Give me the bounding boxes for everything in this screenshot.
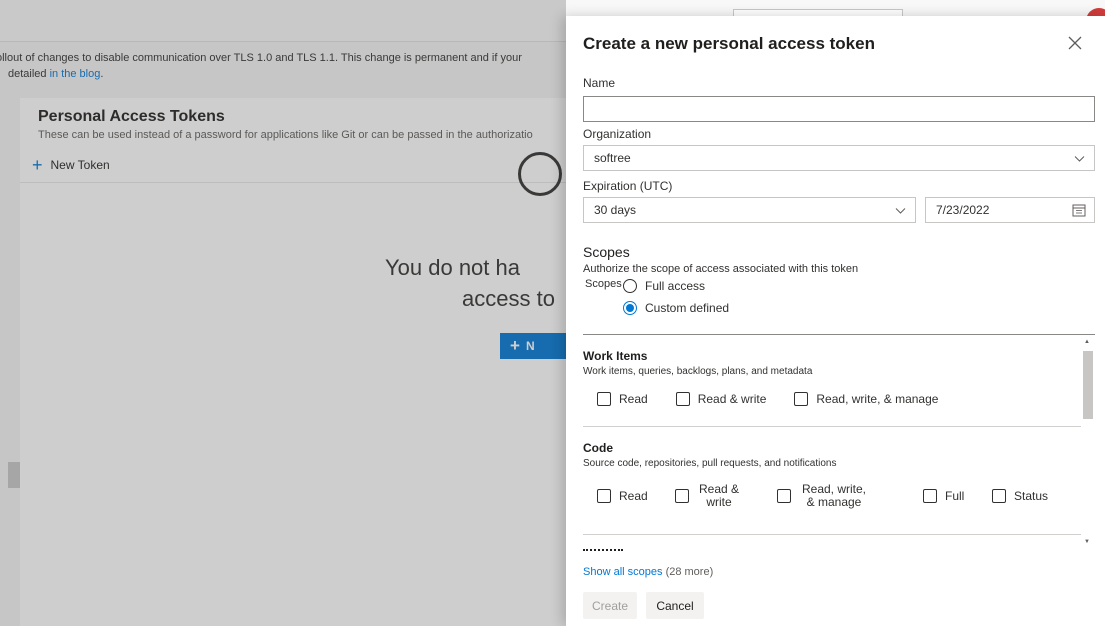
- checkbox[interactable]: [597, 489, 611, 503]
- checkbox-label: Read: [619, 391, 648, 406]
- name-label: Name: [583, 76, 616, 90]
- close-icon: [1068, 36, 1082, 50]
- checkbox-label: Read: [619, 488, 648, 503]
- permission-row: Read Read & write Read, write, & manage …: [583, 483, 1081, 509]
- scope-description: Source code, repositories, pull requests…: [583, 458, 837, 469]
- checkbox-label: Status: [1014, 488, 1049, 503]
- checkbox-label: Read, write, & manage: [801, 482, 867, 509]
- checkbox-label: Read & write: [697, 391, 767, 406]
- scope-description: Work items, queries, backlogs, plans, an…: [583, 366, 813, 377]
- scroll-thumb[interactable]: [1083, 351, 1093, 419]
- show-all-scopes: Show all scopes (28 more): [583, 566, 713, 578]
- expiration-dropdown[interactable]: 30 days: [583, 197, 916, 223]
- chevron-down-icon: [895, 208, 906, 214]
- scopes-title: Scopes: [583, 244, 630, 260]
- calendar-icon[interactable]: [1072, 203, 1086, 217]
- checkbox[interactable]: [923, 489, 937, 503]
- scope-name-partial: [583, 549, 623, 553]
- modal-overlay[interactable]: [0, 0, 566, 626]
- scope-code: Code Source code, repositories, pull req…: [583, 427, 1081, 535]
- expiration-date-field[interactable]: 7/23/2022: [925, 197, 1095, 223]
- checkbox-code-read-write[interactable]: Read & write: [675, 483, 777, 509]
- expiration-value: 30 days: [594, 203, 637, 217]
- expiration-date-value: 7/23/2022: [936, 203, 990, 217]
- chevron-down-icon: [1074, 156, 1085, 162]
- scopes-description: Authorize the scope of access associated…: [583, 263, 859, 275]
- checkbox-label: Read & write: [698, 482, 740, 509]
- checkbox-code-full[interactable]: Full: [923, 489, 992, 503]
- scope-scrollbar[interactable]: ▲ ▼: [1081, 335, 1095, 556]
- checkbox-code-manage[interactable]: Read, write, & manage: [777, 483, 923, 509]
- permission-row: Read Read & write Read, write, & manage: [583, 392, 1081, 406]
- checkbox[interactable]: [675, 392, 690, 406]
- checkbox-label: Full: [945, 488, 965, 503]
- panel-title: Create a new personal access token: [583, 34, 875, 53]
- radio-custom-defined[interactable]: Custom defined: [623, 301, 729, 315]
- expiration-label: Expiration (UTC): [583, 179, 673, 193]
- organization-label: Organization: [583, 127, 652, 141]
- more-scopes-count: (28 more): [665, 566, 714, 578]
- scopes-radio-group-label: Scopes: [585, 278, 622, 290]
- show-all-scopes-link[interactable]: Show all scopes: [583, 566, 663, 578]
- radio-full-access[interactable]: Full access: [623, 279, 705, 293]
- scope-name: Code: [583, 441, 613, 455]
- organization-dropdown[interactable]: softree: [583, 145, 1095, 171]
- scope-list: Work Items Work items, queries, backlogs…: [583, 335, 1081, 556]
- organization-value: softree: [594, 151, 631, 165]
- name-input[interactable]: [583, 96, 1095, 122]
- checkbox-work-items-manage[interactable]: Read, write, & manage: [794, 392, 938, 406]
- radio-label: Full access: [645, 279, 706, 293]
- checkbox-code-status[interactable]: Status: [992, 489, 1048, 503]
- scope-next-partial: [583, 535, 1081, 556]
- scope-list-container: Work Items Work items, queries, backlogs…: [583, 334, 1095, 556]
- radio-label: Custom defined: [645, 301, 730, 315]
- checkbox[interactable]: [597, 392, 611, 406]
- checkbox[interactable]: [675, 489, 689, 503]
- scope-work-items: Work Items Work items, queries, backlogs…: [583, 335, 1081, 427]
- create-button[interactable]: Create: [583, 592, 637, 619]
- cancel-button[interactable]: Cancel: [646, 592, 704, 619]
- checkbox[interactable]: [794, 392, 809, 406]
- scope-name: Work Items: [583, 349, 648, 363]
- checkbox-work-items-read[interactable]: Read: [597, 392, 648, 406]
- radio-button[interactable]: [623, 279, 637, 293]
- checkbox[interactable]: [777, 489, 791, 503]
- checkbox-work-items-read-write[interactable]: Read & write: [675, 391, 767, 406]
- scroll-up-arrow-icon[interactable]: ▲: [1084, 339, 1090, 345]
- checkbox[interactable]: [992, 489, 1006, 503]
- checkbox-label: Read, write, & manage: [816, 391, 939, 406]
- scroll-down-arrow-icon[interactable]: ▼: [1084, 539, 1090, 545]
- create-token-panel: Create a new personal access token Name …: [566, 16, 1105, 626]
- checkbox-code-read[interactable]: Read: [597, 489, 675, 503]
- radio-button-selected[interactable]: [623, 301, 637, 315]
- close-button[interactable]: [1064, 32, 1086, 54]
